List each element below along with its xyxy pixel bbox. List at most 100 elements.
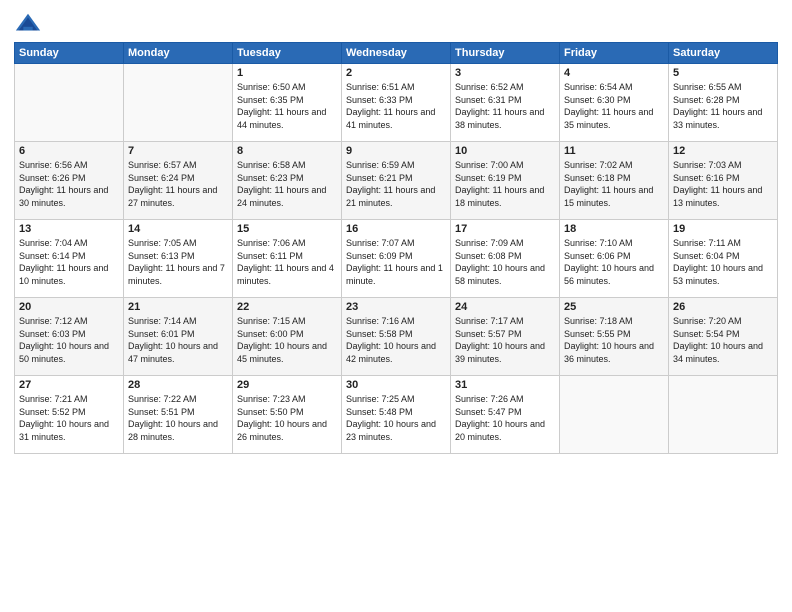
calendar-cell: 2 Sunrise: 6:51 AM Sunset: 6:33 PM Daylig… <box>342 64 451 142</box>
cell-content: Sunrise: 7:15 AM Sunset: 6:00 PM Dayligh… <box>237 315 337 365</box>
calendar-cell: 20 Sunrise: 7:12 AM Sunset: 6:03 PM Dayli… <box>15 298 124 376</box>
cell-content: Sunrise: 6:51 AM Sunset: 6:33 PM Dayligh… <box>346 81 446 131</box>
calendar-cell: 25 Sunrise: 7:18 AM Sunset: 5:55 PM Dayli… <box>560 298 669 376</box>
header-day: Thursday <box>451 43 560 64</box>
calendar-cell: 3 Sunrise: 6:52 AM Sunset: 6:31 PM Daylig… <box>451 64 560 142</box>
cell-content: Sunrise: 7:22 AM Sunset: 5:51 PM Dayligh… <box>128 393 228 443</box>
calendar-cell: 31Sunrise: 7:26 AM Sunset: 5:47 PM Dayli… <box>451 376 560 454</box>
cell-content: Sunrise: 7:12 AM Sunset: 6:03 PM Dayligh… <box>19 315 119 365</box>
day-number: 19 <box>673 223 773 235</box>
calendar-week: 6Sunrise: 6:56 AM Sunset: 6:26 PM Daylig… <box>15 142 778 220</box>
day-number: 22 <box>237 301 337 313</box>
calendar-cell <box>124 64 233 142</box>
cell-content: Sunrise: 6:52 AM Sunset: 6:31 PM Dayligh… <box>455 81 555 131</box>
calendar-cell: 9 Sunrise: 6:59 AM Sunset: 6:21 PM Daylig… <box>342 142 451 220</box>
cell-content: Sunrise: 7:25 AM Sunset: 5:48 PM Dayligh… <box>346 393 446 443</box>
day-number: 7 <box>128 145 228 157</box>
calendar-cell: 10 Sunrise: 7:00 AM Sunset: 6:19 PM Dayli… <box>451 142 560 220</box>
calendar-cell: 24Sunrise: 7:17 AM Sunset: 5:57 PM Dayli… <box>451 298 560 376</box>
day-number: 3 <box>455 67 555 79</box>
cell-content: Sunrise: 7:20 AM Sunset: 5:54 PM Dayligh… <box>673 315 773 365</box>
day-number: 17 <box>455 223 555 235</box>
calendar-cell: 23 Sunrise: 7:16 AM Sunset: 5:58 PM Dayli… <box>342 298 451 376</box>
header-day: Monday <box>124 43 233 64</box>
calendar-cell: 30Sunrise: 7:25 AM Sunset: 5:48 PM Dayli… <box>342 376 451 454</box>
day-number: 13 <box>19 223 119 235</box>
cell-content: Sunrise: 6:58 AM Sunset: 6:23 PM Dayligh… <box>237 159 337 209</box>
header-row <box>14 10 778 38</box>
calendar-cell: 15 Sunrise: 7:06 AM Sunset: 6:11 PM Dayli… <box>233 220 342 298</box>
calendar-week: 1 Sunrise: 6:50 AM Sunset: 6:35 PM Daylig… <box>15 64 778 142</box>
calendar-cell: 16 Sunrise: 7:07 AM Sunset: 6:09 PM Dayli… <box>342 220 451 298</box>
day-number: 31 <box>455 379 555 391</box>
calendar-table: SundayMondayTuesdayWednesdayThursdayFrid… <box>14 42 778 454</box>
day-number: 16 <box>346 223 446 235</box>
header-day: Saturday <box>669 43 778 64</box>
logo <box>14 10 44 38</box>
calendar-cell: 29Sunrise: 7:23 AM Sunset: 5:50 PM Dayli… <box>233 376 342 454</box>
calendar-cell: 12 Sunrise: 7:03 AM Sunset: 6:16 PM Dayli… <box>669 142 778 220</box>
header-row-days: SundayMondayTuesdayWednesdayThursdayFrid… <box>15 43 778 64</box>
day-number: 15 <box>237 223 337 235</box>
day-number: 11 <box>564 145 664 157</box>
cell-content: Sunrise: 7:05 AM Sunset: 6:13 PM Dayligh… <box>128 237 228 287</box>
day-number: 12 <box>673 145 773 157</box>
cell-content: Sunrise: 7:09 AM Sunset: 6:08 PM Dayligh… <box>455 237 555 287</box>
logo-icon <box>14 10 42 38</box>
cell-content: Sunrise: 6:54 AM Sunset: 6:30 PM Dayligh… <box>564 81 664 131</box>
calendar-cell: 8 Sunrise: 6:58 AM Sunset: 6:23 PM Daylig… <box>233 142 342 220</box>
calendar-cell <box>560 376 669 454</box>
cell-content: Sunrise: 7:02 AM Sunset: 6:18 PM Dayligh… <box>564 159 664 209</box>
day-number: 9 <box>346 145 446 157</box>
calendar-cell: 26 Sunrise: 7:20 AM Sunset: 5:54 PM Dayli… <box>669 298 778 376</box>
calendar-week: 20 Sunrise: 7:12 AM Sunset: 6:03 PM Dayli… <box>15 298 778 376</box>
calendar-cell: 21 Sunrise: 7:14 AM Sunset: 6:01 PM Dayli… <box>124 298 233 376</box>
day-number: 4 <box>564 67 664 79</box>
cell-content: Sunrise: 6:57 AM Sunset: 6:24 PM Dayligh… <box>128 159 228 209</box>
cell-content: Sunrise: 7:21 AM Sunset: 5:52 PM Dayligh… <box>19 393 119 443</box>
cell-content: Sunrise: 6:50 AM Sunset: 6:35 PM Dayligh… <box>237 81 337 131</box>
calendar-cell <box>669 376 778 454</box>
cell-content: Sunrise: 7:10 AM Sunset: 6:06 PM Dayligh… <box>564 237 664 287</box>
day-number: 23 <box>346 301 446 313</box>
calendar-cell: 4 Sunrise: 6:54 AM Sunset: 6:30 PM Daylig… <box>560 64 669 142</box>
cell-content: Sunrise: 7:18 AM Sunset: 5:55 PM Dayligh… <box>564 315 664 365</box>
cell-content: Sunrise: 7:04 AM Sunset: 6:14 PM Dayligh… <box>19 237 119 287</box>
calendar-cell: 5Sunrise: 6:55 AM Sunset: 6:28 PM Daylig… <box>669 64 778 142</box>
day-number: 10 <box>455 145 555 157</box>
cell-content: Sunrise: 7:07 AM Sunset: 6:09 PM Dayligh… <box>346 237 446 287</box>
cell-content: Sunrise: 7:16 AM Sunset: 5:58 PM Dayligh… <box>346 315 446 365</box>
calendar-week: 27 Sunrise: 7:21 AM Sunset: 5:52 PM Dayli… <box>15 376 778 454</box>
day-number: 29 <box>237 379 337 391</box>
day-number: 2 <box>346 67 446 79</box>
main-container: SundayMondayTuesdayWednesdayThursdayFrid… <box>0 0 792 460</box>
day-number: 8 <box>237 145 337 157</box>
header-day: Wednesday <box>342 43 451 64</box>
calendar-cell: 11 Sunrise: 7:02 AM Sunset: 6:18 PM Dayli… <box>560 142 669 220</box>
day-number: 26 <box>673 301 773 313</box>
cell-content: Sunrise: 7:06 AM Sunset: 6:11 PM Dayligh… <box>237 237 337 287</box>
cell-content: Sunrise: 7:03 AM Sunset: 6:16 PM Dayligh… <box>673 159 773 209</box>
day-number: 1 <box>237 67 337 79</box>
cell-content: Sunrise: 6:56 AM Sunset: 6:26 PM Dayligh… <box>19 159 119 209</box>
day-number: 20 <box>19 301 119 313</box>
header-day: Friday <box>560 43 669 64</box>
cell-content: Sunrise: 7:14 AM Sunset: 6:01 PM Dayligh… <box>128 315 228 365</box>
calendar-cell: 18Sunrise: 7:10 AM Sunset: 6:06 PM Dayli… <box>560 220 669 298</box>
cell-content: Sunrise: 6:59 AM Sunset: 6:21 PM Dayligh… <box>346 159 446 209</box>
calendar-cell: 28Sunrise: 7:22 AM Sunset: 5:51 PM Dayli… <box>124 376 233 454</box>
calendar-cell: 13 Sunrise: 7:04 AM Sunset: 6:14 PM Dayli… <box>15 220 124 298</box>
day-number: 27 <box>19 379 119 391</box>
day-number: 24 <box>455 301 555 313</box>
day-number: 25 <box>564 301 664 313</box>
calendar-cell <box>15 64 124 142</box>
cell-content: Sunrise: 7:11 AM Sunset: 6:04 PM Dayligh… <box>673 237 773 287</box>
calendar-week: 13 Sunrise: 7:04 AM Sunset: 6:14 PM Dayli… <box>15 220 778 298</box>
day-number: 21 <box>128 301 228 313</box>
calendar-cell: 27 Sunrise: 7:21 AM Sunset: 5:52 PM Dayli… <box>15 376 124 454</box>
cell-content: Sunrise: 6:55 AM Sunset: 6:28 PM Dayligh… <box>673 81 773 131</box>
cell-content: Sunrise: 7:00 AM Sunset: 6:19 PM Dayligh… <box>455 159 555 209</box>
calendar-cell: 14Sunrise: 7:05 AM Sunset: 6:13 PM Dayli… <box>124 220 233 298</box>
calendar-cell: 19 Sunrise: 7:11 AM Sunset: 6:04 PM Dayli… <box>669 220 778 298</box>
calendar-cell: 7 Sunrise: 6:57 AM Sunset: 6:24 PM Daylig… <box>124 142 233 220</box>
